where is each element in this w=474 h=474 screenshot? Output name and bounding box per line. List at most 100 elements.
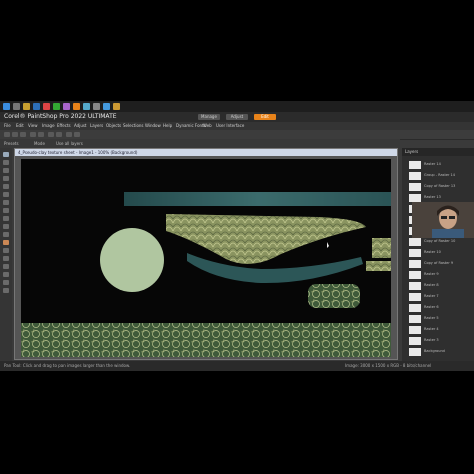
red-eye-icon[interactable]	[3, 224, 9, 229]
save-icon[interactable]	[20, 132, 26, 137]
presets-label[interactable]: Presets	[4, 141, 19, 146]
layer-name: Group - Raster 14	[424, 173, 455, 177]
mode-label[interactable]: Mode	[34, 141, 45, 146]
menu-image[interactable]: Image	[42, 123, 55, 128]
menu-help[interactable]: Help	[163, 123, 172, 128]
layer-row[interactable]: Copy of Raster 9	[409, 259, 471, 268]
cursor-icon	[327, 242, 329, 248]
menu-dynamic-fonts[interactable]: Dynamic Fonts	[176, 123, 206, 128]
tool-options-bar: Presets Mode Use all layers	[0, 139, 400, 148]
layer-row[interactable]: Copy of Raster 10	[409, 237, 471, 246]
layer-row[interactable]: Raster 6	[409, 303, 471, 312]
use-all-layers-label[interactable]: Use all layers	[56, 141, 83, 146]
texture-sheet-svg	[21, 192, 392, 357]
crop-tool-icon[interactable]	[3, 208, 9, 213]
layer-thumbnail	[409, 348, 421, 356]
layer-thumbnail	[409, 304, 421, 312]
layer-row[interactable]: Copy of Raster 13	[409, 182, 471, 191]
text-tool-icon[interactable]	[3, 264, 9, 269]
taskbar-app-icons[interactable]	[53, 103, 60, 110]
layer-row[interactable]: Raster 8	[409, 281, 471, 290]
menu-view[interactable]: View	[28, 123, 38, 128]
windows-start-icon[interactable]	[3, 103, 10, 110]
menu-layers[interactable]: Layers	[90, 123, 103, 128]
layer-thumbnail	[409, 172, 421, 180]
layers-toggle-icon[interactable]	[74, 132, 80, 137]
layers-panel: Layers Raster 14 Group - Raster 14 Copy of…	[402, 148, 474, 361]
flood-fill-icon[interactable]	[3, 256, 9, 261]
layer-row[interactable]: Raster 4	[409, 325, 471, 334]
menu-selections[interactable]: Selections	[123, 123, 144, 128]
search-icon[interactable]	[13, 103, 20, 110]
menu-user-interface[interactable]: User Interface	[216, 123, 244, 128]
layer-row[interactable]: Raster 13	[409, 193, 471, 202]
layer-row[interactable]: Raster 9	[409, 270, 471, 279]
selection-tool-icon[interactable]	[3, 184, 9, 189]
crop-icon[interactable]	[48, 132, 54, 137]
clone-brush-icon[interactable]	[3, 232, 9, 237]
layer-row[interactable]: Raster 14	[409, 160, 471, 169]
image-canvas[interactable]	[21, 159, 392, 357]
pen-tool-icon[interactable]	[3, 280, 9, 285]
tab-manage[interactable]: Manage	[198, 114, 220, 120]
taskbar-app-icons[interactable]	[43, 103, 50, 110]
redo-icon[interactable]	[38, 132, 44, 137]
paintshop-app-icon[interactable]	[73, 103, 80, 110]
oval-swirl-texture	[308, 284, 360, 308]
warp-brush-icon[interactable]	[3, 288, 9, 293]
layer-row[interactable]: Background	[409, 347, 471, 356]
teal-strip-texture	[124, 192, 392, 206]
layer-thumbnail	[409, 326, 421, 334]
layer-name: Copy of Raster 13	[424, 184, 456, 188]
taskbar-app-icons[interactable]	[93, 103, 100, 110]
menu-file[interactable]: File	[4, 123, 11, 128]
menu-adjust[interactable]: Adjust	[74, 123, 87, 128]
layer-name: Copy of Raster 9	[424, 261, 454, 265]
small-khaki-rect-texture	[366, 261, 391, 271]
dropper-icon[interactable]	[3, 200, 9, 205]
taskbar-app-icons[interactable]	[23, 103, 30, 110]
taskbar-app-icons[interactable]	[63, 103, 70, 110]
taskbar-app-icons[interactable]	[113, 103, 120, 110]
tab-adjust[interactable]: Adjust	[226, 114, 248, 120]
small-khaki-square-texture	[372, 238, 392, 258]
shape-tool-icon[interactable]	[3, 272, 9, 277]
menu-objects[interactable]: Objects	[106, 123, 121, 128]
menu-web[interactable]: Web	[203, 123, 212, 128]
screen-bottom-black	[0, 371, 474, 474]
layer-row[interactable]: Raster 3	[409, 336, 471, 345]
open-icon[interactable]	[12, 132, 18, 137]
layers-panel-header: Layers	[402, 148, 474, 156]
new-icon[interactable]	[4, 132, 10, 137]
undo-icon[interactable]	[30, 132, 36, 137]
taskbar-app-icons[interactable]	[103, 103, 110, 110]
layer-name: Raster 8	[424, 283, 439, 287]
menu-window[interactable]: Window	[145, 123, 161, 128]
layer-row[interactable]: Raster 7	[409, 292, 471, 301]
zoom-icon[interactable]	[66, 132, 72, 137]
freehand-selection-icon[interactable]	[3, 192, 9, 197]
eraser-icon[interactable]	[3, 248, 9, 253]
layer-name: Raster 13	[424, 195, 441, 199]
os-taskbar	[0, 101, 474, 112]
menu-edit[interactable]: Edit	[16, 123, 24, 128]
document-title: 4_Pseudo-clay texture sheet - Image1 - 1…	[18, 150, 138, 155]
layer-row[interactable]: Group - Raster 14	[409, 171, 471, 180]
paint-brush-icon[interactable]	[3, 240, 9, 245]
move-tool-icon[interactable]	[3, 176, 9, 181]
taskbar-app-icons[interactable]	[83, 103, 90, 110]
status-right-text: Image: 3000 x 1500 x RGB - 8 bits/channe…	[345, 363, 432, 368]
resize-icon[interactable]	[56, 132, 62, 137]
layer-name: Raster 5	[424, 316, 439, 320]
layer-name: Raster 4	[424, 327, 439, 331]
tab-edit[interactable]: Edit	[254, 114, 276, 120]
pick-tool-icon[interactable]	[3, 168, 9, 173]
layer-row[interactable]: Raster 5	[409, 314, 471, 323]
menu-effects[interactable]: Effects	[57, 123, 71, 128]
zoom-tool-icon[interactable]	[3, 160, 9, 165]
pan-tool-icon[interactable]	[3, 152, 9, 157]
document-window: 4_Pseudo-clay texture sheet - Image1 - 1…	[14, 148, 398, 360]
layer-row[interactable]: Raster 10	[409, 248, 471, 257]
straighten-icon[interactable]	[3, 216, 9, 221]
taskbar-app-icons[interactable]	[33, 103, 40, 110]
